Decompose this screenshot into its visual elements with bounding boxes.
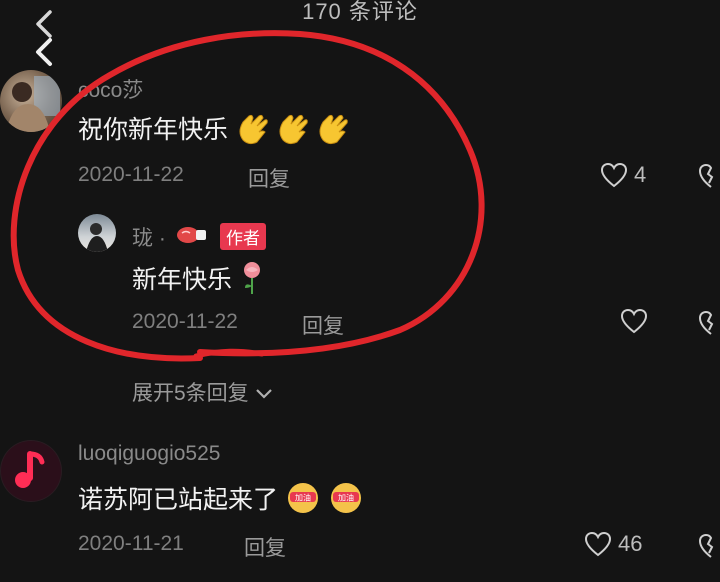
svg-text:加油: 加油 bbox=[338, 493, 354, 503]
comment-username[interactable]: 珑 · bbox=[132, 222, 166, 252]
like-button[interactable]: 46 bbox=[584, 531, 642, 557]
reply-button[interactable]: 回复 bbox=[302, 310, 344, 340]
comment-text-content: 祝你新年快乐 bbox=[78, 116, 229, 145]
heart-icon bbox=[620, 308, 648, 334]
avatar[interactable] bbox=[0, 440, 62, 502]
comment-text-content: 诺苏阿已站起来了 bbox=[78, 486, 279, 515]
comment-date: 2020-11-22 bbox=[132, 310, 238, 333]
back-button[interactable] bbox=[26, 6, 62, 70]
boxing-glove-icon bbox=[177, 227, 206, 243]
svg-text:加油: 加油 bbox=[295, 493, 311, 503]
comment-count-title: 170 条评论 bbox=[302, 0, 418, 24]
expand-replies-label: 展开5条回复 bbox=[132, 382, 249, 405]
comment-date: 2020-11-21 bbox=[78, 532, 184, 555]
comment-text-content: 新年快乐 bbox=[132, 266, 233, 295]
like-count: 4 bbox=[634, 162, 647, 187]
comment-date: 2020-11-22 bbox=[78, 163, 184, 186]
comment-text: 祝你新年快乐 bbox=[78, 110, 355, 153]
comment-username[interactable]: coco莎 bbox=[78, 74, 143, 104]
comment-username[interactable]: luoqiguogio525 bbox=[78, 442, 220, 466]
comment-text: 新年快乐 bbox=[132, 260, 265, 303]
avatar[interactable] bbox=[78, 214, 116, 252]
heart-icon bbox=[600, 162, 628, 188]
reply-button[interactable]: 回复 bbox=[244, 532, 286, 562]
reply-button[interactable]: 回复 bbox=[248, 163, 290, 193]
comment-text: 诺苏阿已站起来了 加油 加油 bbox=[78, 480, 367, 523]
like-button[interactable] bbox=[620, 308, 648, 334]
author-badge: 作者 bbox=[220, 223, 266, 250]
chevron-down-icon bbox=[255, 389, 272, 400]
avatar[interactable] bbox=[0, 70, 62, 132]
like-count: 46 bbox=[618, 531, 643, 556]
dislike-icon[interactable] bbox=[698, 310, 720, 336]
rose-emoji bbox=[239, 260, 265, 303]
clap-emoji bbox=[235, 110, 355, 153]
back-icon bbox=[36, 10, 52, 66]
music-note-icon bbox=[1, 441, 61, 501]
jiayou-emoji: 加油 加油 bbox=[285, 480, 367, 523]
expand-replies-button[interactable]: 展开5条回复 bbox=[132, 377, 273, 407]
like-button[interactable]: 4 bbox=[600, 162, 646, 188]
dislike-icon[interactable] bbox=[698, 163, 720, 189]
heart-icon bbox=[584, 531, 612, 557]
comments-screen: { "header": { "title": "170 条评论" }, "com… bbox=[0, 0, 720, 582]
dislike-icon[interactable] bbox=[698, 533, 720, 559]
